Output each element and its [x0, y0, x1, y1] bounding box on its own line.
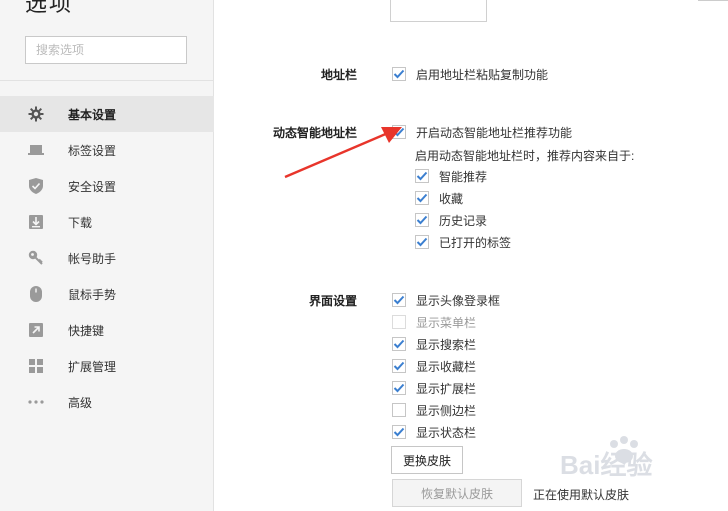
option-source-open-tabs[interactable]: 已打开的标签 [415, 234, 511, 250]
checkbox-checked[interactable] [392, 337, 406, 351]
section-label-addressbar: 地址栏 [320, 68, 357, 82]
option-label: 已打开的标签 [439, 235, 512, 250]
checkbox-checked[interactable] [392, 359, 406, 373]
option-smart-addressbar[interactable]: 开启动态智能地址栏推荐功能 [392, 124, 572, 140]
option-label: 显示侧边栏 [416, 403, 477, 418]
sidebar-item-mouse-gesture[interactable]: 鼠标手势 [0, 276, 214, 312]
sidebar-item-advanced[interactable]: 高级 [0, 384, 214, 420]
option-label: 显示状态栏 [416, 425, 477, 440]
key-icon [27, 249, 45, 267]
extension-icon [27, 357, 45, 375]
sidebar-divider [0, 80, 214, 81]
sidebar-item-account[interactable]: 帐号助手 [0, 240, 214, 276]
sidebar-item-label: 帐号助手 [68, 251, 117, 266]
sidebar-item-basic[interactable]: 基本设置 [0, 96, 214, 132]
option-label: 显示搜索栏 [416, 337, 477, 352]
sidebar-item-label: 高级 [68, 395, 93, 410]
sidebar-item-tabs[interactable]: 标签设置 [0, 132, 214, 168]
smart-addressbar-hint: 启用动态智能地址栏时，推荐内容来自于: [415, 149, 635, 163]
shield-icon [27, 177, 45, 195]
tab-icon [27, 141, 45, 159]
option-show-searchbar[interactable]: 显示搜索栏 [392, 336, 476, 352]
sidebar-item-security[interactable]: 安全设置 [0, 168, 214, 204]
option-label: 显示头像登录框 [416, 293, 501, 308]
option-source-history[interactable]: 历史记录 [415, 212, 487, 228]
sidebar-item-label: 快捷键 [68, 323, 105, 338]
baidu-watermark-logo: Bai经验 [560, 436, 652, 480]
sidebar-item-download[interactable]: 下载 [0, 204, 214, 240]
checkbox-checked[interactable] [392, 425, 406, 439]
checkbox-checked[interactable] [415, 213, 429, 227]
checkbox-checked[interactable] [392, 381, 406, 395]
checkbox-checked[interactable] [415, 169, 429, 183]
option-show-avatar-login[interactable]: 显示头像登录框 [392, 292, 500, 308]
restore-default-skin-button: 恢复默认皮肤 [392, 479, 522, 507]
sidebar-item-label: 标签设置 [68, 143, 117, 158]
partial-button[interactable] [390, 0, 487, 22]
option-source-favorites[interactable]: 收藏 [415, 190, 463, 206]
sidebar-item-label: 扩展管理 [68, 359, 117, 374]
option-show-favorites-bar[interactable]: 显示收藏栏 [392, 358, 476, 374]
checkbox-checked[interactable] [392, 125, 406, 139]
sidebar: 选项 基本设置 标签设置 安全设置 下载 [0, 0, 214, 511]
option-label: 开启动态智能地址栏推荐功能 [416, 125, 573, 140]
change-skin-button[interactable]: 更换皮肤 [391, 446, 463, 474]
divider [698, 0, 728, 1]
gear-icon [27, 105, 45, 123]
option-addressbar-paste[interactable]: 启用地址栏粘贴复制功能 [392, 66, 548, 82]
download-icon [27, 213, 45, 231]
option-label: 显示菜单栏 [416, 315, 477, 330]
sidebar-item-label: 下载 [68, 215, 93, 230]
section-label-smart-addressbar: 动态智能地址栏 [272, 126, 357, 140]
option-show-statusbar[interactable]: 显示状态栏 [392, 424, 476, 440]
option-show-sidebar[interactable]: 显示侧边栏 [392, 402, 476, 418]
watermark-text: Bai经验 [560, 450, 652, 480]
sidebar-item-shortcut[interactable]: 快捷键 [0, 312, 214, 348]
checkbox-checked[interactable] [392, 67, 406, 81]
section-label-interface: 界面设置 [308, 294, 357, 308]
checkbox-checked[interactable] [415, 191, 429, 205]
checkbox-checked[interactable] [415, 235, 429, 249]
checkbox-unchecked[interactable] [392, 403, 406, 417]
option-label: 历史记录 [439, 213, 488, 228]
option-show-extension-bar[interactable]: 显示扩展栏 [392, 380, 476, 396]
option-label: 显示收藏栏 [416, 359, 477, 374]
option-show-menubar: 显示菜单栏 [392, 314, 476, 330]
sidebar-nav: 基本设置 标签设置 安全设置 下载 帐号助手 鼠标手势 快捷键 扩展管理 高级 [0, 96, 214, 420]
sidebar-item-label: 安全设置 [68, 179, 117, 194]
option-label: 显示扩展栏 [416, 381, 477, 396]
checkbox-checked[interactable] [392, 293, 406, 307]
option-label: 智能推荐 [439, 169, 488, 184]
more-icon [27, 393, 45, 411]
checkbox-disabled [392, 315, 406, 329]
sidebar-item-label: 基本设置 [68, 107, 117, 122]
option-label: 启用地址栏粘贴复制功能 [416, 67, 549, 82]
option-source-smart[interactable]: 智能推荐 [415, 168, 487, 184]
sidebar-item-label: 鼠标手势 [68, 287, 117, 302]
option-label: 收藏 [439, 191, 464, 206]
search-input[interactable] [25, 36, 187, 64]
shortcut-icon [27, 321, 45, 339]
sidebar-item-extensions[interactable]: 扩展管理 [0, 348, 214, 384]
mouse-icon [27, 285, 45, 303]
window-title: 选项 [25, 0, 74, 16]
